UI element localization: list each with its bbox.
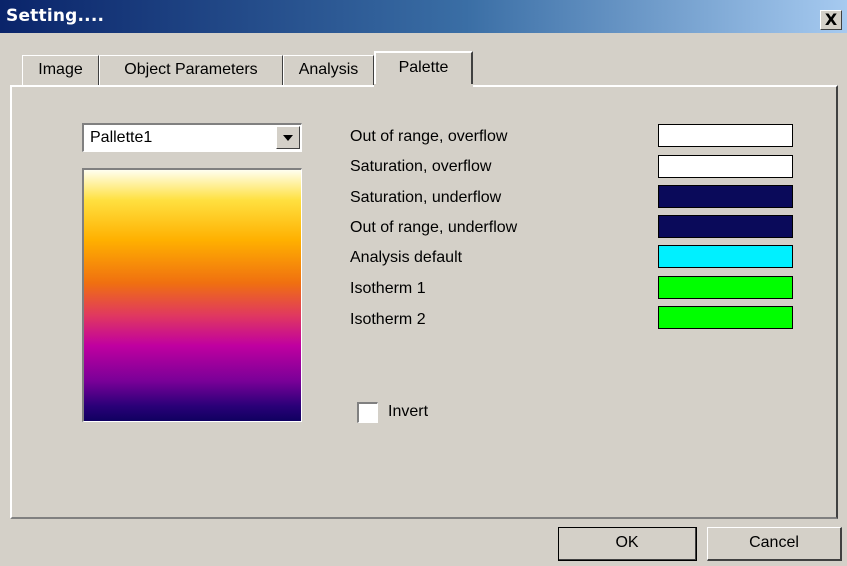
swatch-saturation-underflow[interactable] [658,185,793,208]
color-label-isotherm-2: Isotherm 2 [350,311,426,328]
swatch-analysis-default[interactable] [658,245,793,268]
swatch-out-of-range-underflow[interactable] [658,215,793,238]
tab-image[interactable]: Image [22,55,99,85]
palette-preview [82,168,302,422]
ok-button[interactable]: OK [558,527,697,561]
tab-object-parameters[interactable]: Object Parameters [99,55,283,85]
color-label-out-of-range-underflow: Out of range, underflow [350,219,518,236]
color-label-out-of-range-overflow: Out of range, overflow [350,128,508,145]
swatch-out-of-range-overflow[interactable] [658,124,793,147]
swatch-isotherm-1[interactable] [658,276,793,299]
tab-analysis[interactable]: Analysis [283,55,374,85]
swatch-isotherm-2[interactable] [658,306,793,329]
color-label-saturation-underflow: Saturation, underflow [350,189,502,206]
invert-checkbox[interactable] [357,402,378,423]
tab-palette[interactable]: Palette [374,51,473,87]
palette-gradient [84,170,301,421]
color-label-saturation-overflow: Saturation, overflow [350,158,492,175]
window-title: Setting.... [6,6,105,26]
title-bar: Setting.... X [0,0,847,33]
chevron-down-icon[interactable] [276,126,300,149]
invert-label: Invert [388,403,429,420]
cancel-button[interactable]: Cancel [707,527,842,561]
color-label-isotherm-1: Isotherm 1 [350,280,426,297]
swatch-saturation-overflow[interactable] [658,155,793,178]
close-button[interactable]: X [820,10,842,30]
palette-select[interactable]: Pallette1 [82,123,302,152]
active-tab-joint [374,84,473,88]
palette-select-value: Pallette1 [90,129,153,146]
color-label-analysis-default: Analysis default [350,249,463,266]
